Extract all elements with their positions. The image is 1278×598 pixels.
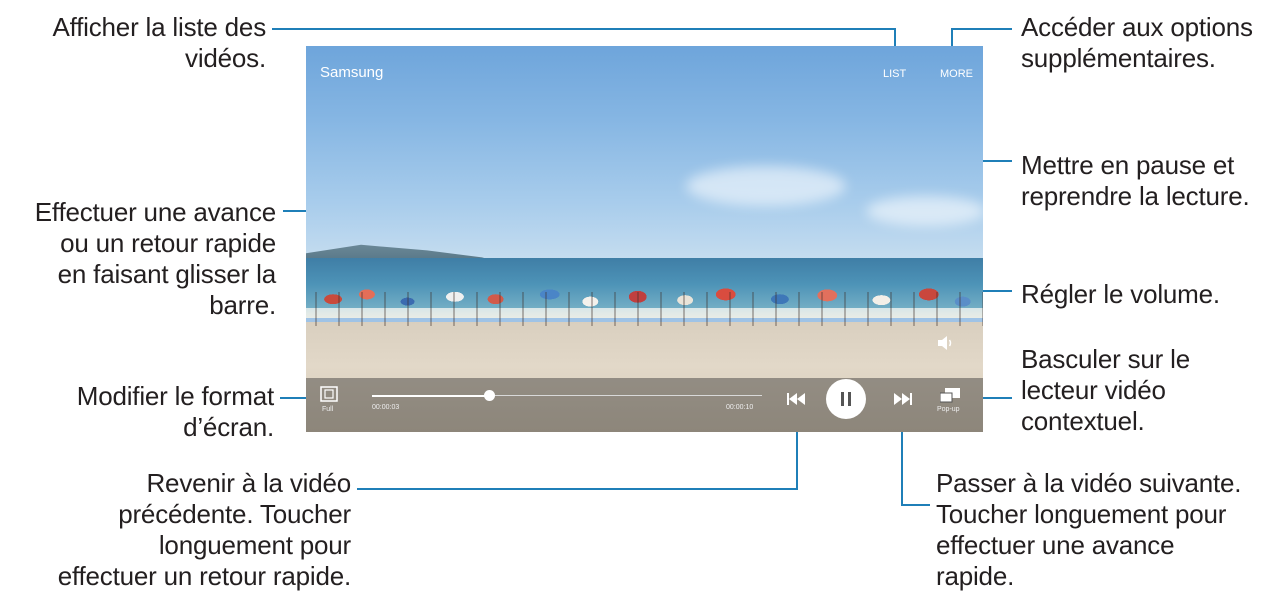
previous-icon[interactable]	[787, 393, 805, 405]
list-button[interactable]: LIST	[883, 68, 906, 80]
video-frame-cloud	[686, 166, 846, 206]
callout-popup: Basculer sur le lecteur vidéo contextuel…	[1021, 344, 1190, 436]
seek-bar-handle[interactable]	[484, 390, 495, 401]
callout-ratio: Modifier le format d’écran.	[76, 381, 274, 442]
screen-ratio-label: Full	[322, 406, 334, 413]
popup-player-label: Pop-up	[937, 406, 960, 413]
callout-list: Afficher la liste des vidéos.	[52, 12, 266, 73]
video-frame-cloud	[866, 196, 983, 226]
video-title: Samsung	[320, 64, 384, 81]
video-frame-sky	[306, 46, 983, 258]
video-player-screen[interactable]: Samsung LIST MORE Full 00:00:03 00:00:10	[306, 46, 983, 432]
callout-volume: Régler le volume.	[1021, 279, 1220, 309]
total-time: 00:00:10	[726, 404, 754, 411]
elapsed-time: 00:00:03	[372, 404, 400, 411]
callout-pause: Mettre en pause et reprendre la lecture.	[1021, 150, 1250, 211]
pause-icon	[841, 392, 851, 406]
screen-ratio-icon[interactable]	[320, 386, 338, 402]
more-button[interactable]: MORE	[940, 68, 973, 80]
pause-button[interactable]	[826, 379, 866, 419]
video-frame-beachgoers	[306, 292, 983, 326]
callout-more: Accéder aux options supplémentaires.	[1021, 12, 1253, 73]
popup-player-icon[interactable]	[940, 388, 960, 403]
callout-seek: Effectuer une avance ou un retour rapide…	[34, 197, 276, 320]
seek-bar-progress	[372, 395, 489, 397]
controls-bar	[306, 378, 983, 432]
next-icon[interactable]	[894, 393, 912, 405]
volume-icon[interactable]	[937, 335, 955, 351]
callout-next: Passer à la vidéo suivante. Toucher long…	[936, 468, 1242, 591]
callout-previous: Revenir à la vidéo précédente. Toucher l…	[57, 468, 352, 591]
